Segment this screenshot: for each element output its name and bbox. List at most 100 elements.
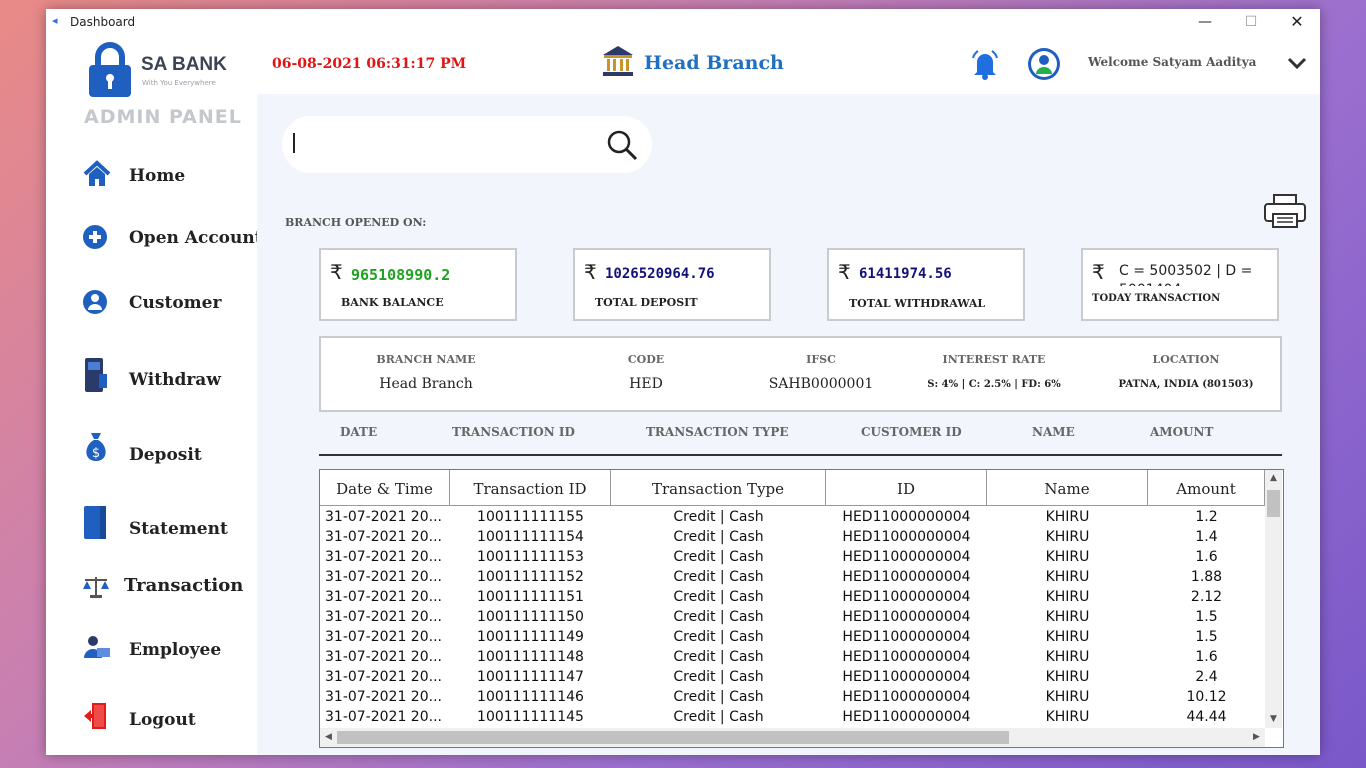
cell-name: KHIRU — [1045, 589, 1090, 605]
cell-amount: 44.44 — [1186, 709, 1227, 725]
nav-customer-label: Customer — [129, 293, 222, 313]
nav-logout-label: Logout — [129, 710, 196, 730]
table-row[interactable]: 31-07-2021 20... 100111111153 Credit | Cas… — [320, 547, 1265, 567]
cell-transaction-id: 100111111149 — [477, 629, 584, 645]
cell-transaction-type: Credit | Cash — [673, 689, 764, 705]
cell-name: KHIRU — [1045, 509, 1090, 525]
cell-customer-id: HED11000000004 — [842, 549, 971, 565]
table-row[interactable]: 31-07-2021 20... 100111111148 Credit | Cas… — [320, 647, 1265, 667]
search-input[interactable] — [282, 116, 652, 173]
cell-transaction-id: 100111111154 — [477, 529, 584, 545]
column-header-transaction-type[interactable]: Transaction Type — [611, 470, 826, 506]
nav-logout[interactable]: Logout — [82, 701, 257, 737]
nav-transaction[interactable]: Transaction — [82, 571, 257, 607]
chevron-down-icon[interactable] — [1287, 56, 1307, 70]
vertical-scrollbar[interactable]: ▲ ▼ — [1265, 470, 1282, 728]
total-withdrawal-value: 61411974.56 — [859, 266, 952, 282]
location-value: PATNA, INDIA (801503) — [1118, 379, 1254, 390]
cell-transaction-type: Credit | Cash — [673, 569, 764, 585]
branch-name-field: BRANCH NAME Head Branch — [341, 338, 511, 410]
notification-bell-icon[interactable] — [969, 48, 1001, 80]
column-header-datetime[interactable]: Date & Time — [320, 470, 450, 506]
bank-balance-card: ₹ 965108990.2 BANK BALANCE — [319, 248, 517, 321]
cell-customer-id: HED11000000004 — [842, 689, 971, 705]
total-deposit-label: TOTAL DEPOSIT — [595, 296, 698, 309]
vertical-scroll-thumb[interactable] — [1267, 490, 1280, 517]
search-icon[interactable] — [605, 128, 639, 162]
table-row[interactable]: 31-07-2021 20... 100111111150 Credit | Cas… — [320, 607, 1265, 627]
column-header-id[interactable]: ID — [826, 470, 987, 506]
cell-amount: 1.6 — [1195, 649, 1218, 665]
nav-withdraw[interactable]: Withdraw — [82, 358, 257, 394]
cell-amount: 10.12 — [1186, 689, 1227, 705]
horizontal-scrollbar[interactable]: ◀ ▶ — [320, 728, 1265, 747]
cell-datetime: 31-07-2021 20... — [325, 629, 442, 645]
table-row[interactable]: 31-07-2021 20... 100111111149 Credit | Cas… — [320, 627, 1265, 647]
main-panel: 06-08-2021 06:31:17 PM Head Branch Welco… — [257, 36, 1320, 755]
nav-deposit[interactable]: $ Deposit — [82, 432, 257, 468]
scroll-down-icon[interactable]: ▼ — [1265, 711, 1282, 728]
nav-withdraw-label: Withdraw — [129, 370, 221, 390]
cell-transaction-id: 100111111147 — [477, 669, 584, 685]
top-bar: 06-08-2021 06:31:17 PM Head Branch Welco… — [257, 36, 1320, 94]
printer-icon[interactable] — [1263, 193, 1307, 229]
cell-customer-id: HED11000000004 — [842, 509, 971, 525]
table-row[interactable]: 31-07-2021 20... 100111111155 Credit | Cas… — [320, 507, 1265, 527]
close-button[interactable]: ✕ — [1274, 9, 1320, 36]
scroll-right-icon[interactable]: ▶ — [1248, 728, 1265, 747]
minimize-button[interactable]: — — [1182, 9, 1228, 36]
branch-title: Head Branch — [644, 52, 784, 74]
cell-datetime: 31-07-2021 20... — [325, 689, 442, 705]
user-avatar-icon[interactable] — [1027, 47, 1061, 81]
brand-name: SA BANK — [141, 54, 227, 75]
table-row[interactable]: 31-07-2021 20... 100111111151 Credit | Cas… — [320, 587, 1265, 607]
nav-home-label: Home — [129, 166, 186, 186]
app-window: ◂ Dashboard — ☐ ✕ SA BANK With You Every… — [46, 9, 1320, 755]
cell-customer-id: HED11000000004 — [842, 629, 971, 645]
table-row[interactable]: 31-07-2021 20... 100111111146 Credit | Cas… — [320, 687, 1265, 707]
nav-customer[interactable]: Customer — [82, 287, 257, 323]
branch-name-heading: BRANCH NAME — [376, 353, 476, 366]
table-row[interactable]: 31-07-2021 20... 100111111152 Credit | Cas… — [320, 567, 1265, 587]
cell-transaction-type: Credit | Cash — [673, 649, 764, 665]
interest-rate-value: S: 4% | C: 2.5% | FD: 6% — [927, 379, 1061, 390]
today-transaction-label: TODAY TRANSACTION — [1092, 293, 1221, 304]
cell-amount: 1.5 — [1195, 609, 1218, 625]
interest-rate-heading: INTEREST RATE — [942, 353, 1046, 366]
transactions-table[interactable]: Date & Time Transaction ID Transaction T… — [319, 469, 1284, 748]
column-header-amount[interactable]: Amount — [1148, 470, 1265, 506]
table-row[interactable]: 31-07-2021 20... 100111111145 Credit | Cas… — [320, 707, 1265, 727]
nav-home[interactable]: Home — [82, 160, 257, 196]
branch-name-value: Head Branch — [379, 376, 473, 392]
cell-transaction-type: Credit | Cash — [673, 549, 764, 565]
cell-datetime: 31-07-2021 20... — [325, 669, 442, 685]
header-name: NAME — [1032, 425, 1075, 439]
nav-employee[interactable]: Employee — [82, 632, 257, 668]
brand-tagline: With You Everywhere — [142, 79, 216, 87]
total-withdrawal-label: TOTAL WITHDRAWAL — [849, 297, 986, 310]
cell-transaction-type: Credit | Cash — [673, 509, 764, 525]
table-row[interactable]: 31-07-2021 20... 100111111147 Credit | Cas… — [320, 667, 1265, 687]
cell-transaction-type: Credit | Cash — [673, 529, 764, 545]
cell-name: KHIRU — [1045, 629, 1090, 645]
cell-transaction-type: Credit | Cash — [673, 669, 764, 685]
plus-circle-icon — [83, 225, 107, 249]
horizontal-scroll-thumb[interactable] — [337, 731, 1009, 744]
column-header-transaction-id[interactable]: Transaction ID — [450, 470, 611, 506]
cell-name: KHIRU — [1045, 609, 1090, 625]
nav-statement[interactable]: Statement — [82, 506, 257, 542]
nav-open-account[interactable]: Open Account — [82, 222, 263, 258]
location-heading: LOCATION — [1152, 353, 1220, 366]
cell-datetime: 31-07-2021 20... — [325, 569, 442, 585]
app-icon: ◂ — [52, 14, 58, 27]
column-header-name[interactable]: Name — [987, 470, 1148, 506]
scroll-left-icon[interactable]: ◀ — [320, 728, 337, 747]
text-cursor — [293, 133, 295, 153]
scroll-up-icon[interactable]: ▲ — [1265, 470, 1282, 487]
ifsc-heading: IFSC — [806, 353, 836, 366]
maximize-button[interactable]: ☐ — [1228, 9, 1274, 36]
cell-transaction-type: Credit | Cash — [673, 609, 764, 625]
cell-amount: 1.5 — [1195, 629, 1218, 645]
table-row[interactable]: 31-07-2021 20... 100111111154 Credit | Cas… — [320, 527, 1265, 547]
cell-transaction-type: Credit | Cash — [673, 629, 764, 645]
